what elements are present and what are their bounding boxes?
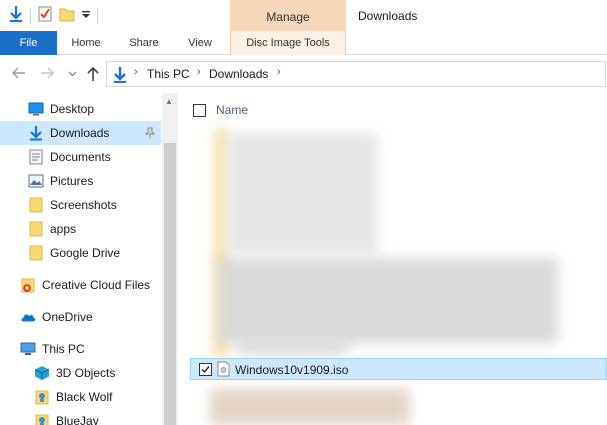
toolbar-divider [97,7,98,24]
redacted-file-names [210,389,410,425]
sidebar-item-label: 3D Objects [56,366,116,380]
tab-file[interactable]: File [0,31,57,55]
breadcrumb-separator-icon[interactable]: › [197,66,201,78]
sidebar-item-label: apps [50,222,77,236]
title-bar: Manage Downloads [0,0,607,31]
forward-arrow-icon[interactable] [40,66,54,82]
navigation-pane-scrollbar[interactable]: ▲ [162,93,178,425]
iso-file-icon [217,361,230,380]
sidebar-item-label: Desktop [50,102,95,116]
redacted-file-names [218,258,558,343]
window-title: Downloads [358,9,418,23]
file-list: Name Windows10v1909.iso [178,93,607,425]
sidebar-item-label: Screenshots [50,198,117,212]
user-folder-icon [34,389,50,405]
tab-share[interactable]: Share [122,31,166,55]
sidebar-item-label: Downloads [50,126,110,140]
redacted-file-names [238,343,348,353]
back-arrow-icon[interactable] [12,66,26,82]
download-arrow-icon[interactable] [8,5,24,26]
properties-icon[interactable] [37,5,53,26]
sidebar-item-onedrive[interactable]: OneDrive [20,305,162,329]
folder-icon [28,221,44,237]
download-arrow-icon [112,66,128,87]
pictures-icon [28,173,44,189]
sidebar-item-label: Google Drive [50,246,121,260]
scrollbar-thumb[interactable] [164,143,176,425]
recent-locations-chevron-icon[interactable] [68,68,77,82]
breadcrumb-separator-icon[interactable]: › [277,66,281,78]
toolbar-divider [30,7,31,24]
pin-icon[interactable] [144,127,156,139]
breadcrumb-downloads[interactable]: Downloads [209,67,268,81]
sidebar-item-label: Documents [50,150,111,164]
tab-view[interactable]: View [178,31,222,55]
column-header-row: Name [178,93,607,125]
onedrive-cloud-icon [20,309,36,325]
3d-objects-icon [34,365,50,381]
sidebar-item-3d-objects[interactable]: 3D Objects [34,361,162,385]
quick-access-toolbar [8,5,98,26]
navigation-bar: › This PC › Downloads › [0,55,607,93]
folder-icon [28,197,44,213]
ribbon-tab-bar: File Home Share View Disc Image Tools [0,31,607,55]
creative-cloud-folder-icon [20,277,36,293]
user-folder-icon [34,413,50,425]
folder-icon [28,245,44,261]
navigation-pane: Desktop Downloads Documents Pictures Scr… [0,93,184,425]
sidebar-item-label: OneDrive [42,310,93,324]
file-name: Windows10v1909.iso [235,363,349,377]
sidebar-item-label: This PC [42,342,85,356]
row-checkbox[interactable] [199,363,212,376]
computer-icon [20,341,36,357]
contextual-tab-group-manage: Manage [230,0,346,31]
sidebar-item-bluejay[interactable]: BlueJay [34,409,162,425]
sidebar-item-label: Pictures [50,174,94,188]
sidebar-item-creative-cloud-files[interactable]: Creative Cloud Files [20,273,162,297]
sidebar-item-label: Black Wolf [56,390,113,404]
desktop-icon [28,101,44,117]
scroll-up-arrow-icon[interactable]: ▲ [165,97,173,106]
documents-icon [28,149,44,165]
address-bar[interactable]: › This PC › Downloads › [106,61,606,87]
customize-toolbar-dropdown-icon[interactable] [81,5,91,26]
select-all-checkbox[interactable] [193,104,206,117]
table-row-selected-file[interactable]: Windows10v1909.iso [190,358,607,380]
new-folder-icon[interactable] [59,5,75,26]
breadcrumb-separator-icon[interactable]: › [134,66,138,78]
sidebar-item-this-pc[interactable]: This PC [20,337,162,361]
sidebar-item-black-wolf[interactable]: Black Wolf [34,385,162,409]
up-arrow-icon[interactable] [86,66,100,84]
sidebar-item-downloads[interactable]: Downloads [0,121,161,145]
sidebar-item-label: BlueJay [56,414,99,425]
redacted-file-names [228,133,378,253]
breadcrumb-this-pc[interactable]: This PC [147,67,190,81]
tab-home[interactable]: Home [62,31,110,55]
tab-disc-image-tools[interactable]: Disc Image Tools [230,31,346,55]
sidebar-item-label: Creative Cloud Files [42,278,151,292]
column-header-name[interactable]: Name [216,103,248,117]
download-arrow-icon [28,125,44,141]
